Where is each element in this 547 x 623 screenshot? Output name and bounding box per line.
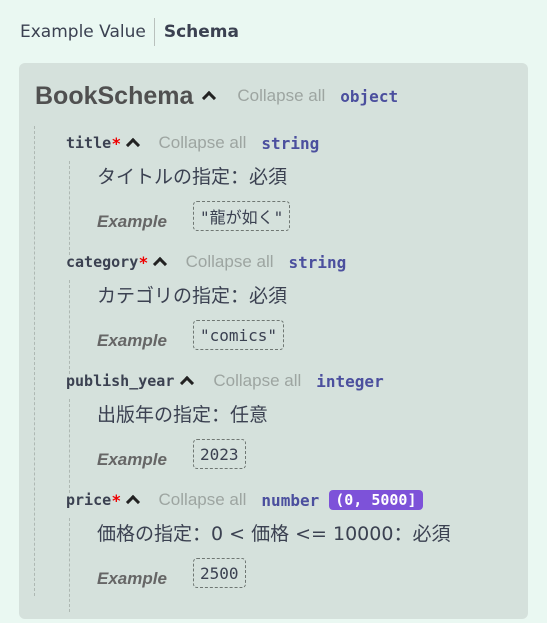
- property-description: 出版年の指定：任意: [97, 404, 269, 426]
- property-type: string: [288, 252, 347, 272]
- property-description: 価格の指定：0 < 価格 <= 10000：必須: [97, 523, 451, 545]
- required-marker: *: [112, 490, 121, 510]
- tab-example-value[interactable]: Example Value: [20, 22, 154, 42]
- model-tabs: Example Value Schema: [20, 18, 239, 46]
- required-marker: *: [139, 252, 148, 272]
- schema-type: object: [340, 86, 399, 106]
- chevron-up-icon[interactable]: [125, 492, 141, 508]
- property-details: タイトルの指定：必須 Example "龍が如く": [69, 161, 500, 255]
- example-label: Example: [97, 331, 167, 350]
- property-name[interactable]: publish_year: [66, 372, 174, 390]
- collapse-all-button[interactable]: Collapse all: [237, 86, 325, 106]
- property-description: カテゴリの指定：必須: [97, 285, 288, 307]
- example-value: "comics": [193, 320, 285, 350]
- example-value: 2023: [193, 439, 246, 469]
- property-details: 価格の指定：0 < 価格 <= 10000：必須 Example 2500: [69, 518, 500, 612]
- property-name[interactable]: price: [66, 491, 111, 509]
- chevron-up-icon[interactable]: [125, 135, 141, 151]
- property-details: カテゴリの指定：必須 Example "comics": [69, 280, 500, 374]
- example-label: Example: [97, 450, 167, 469]
- collapse-all-button[interactable]: Collapse all: [159, 133, 247, 153]
- example-label: Example: [97, 212, 167, 231]
- property-type: number: [261, 490, 320, 510]
- required-marker: *: [112, 133, 121, 153]
- range-badge: (0, 5000]: [329, 490, 423, 510]
- tab-divider: [153, 18, 155, 46]
- collapse-all-button[interactable]: Collapse all: [186, 252, 274, 272]
- property-name[interactable]: category: [66, 253, 138, 271]
- tab-schema[interactable]: Schema: [164, 22, 239, 42]
- chevron-up-icon[interactable]: [179, 373, 195, 389]
- chevron-up-icon[interactable]: [201, 88, 217, 104]
- property-details: 出版年の指定：任意 Example 2023: [69, 399, 500, 493]
- example-value: 2500: [193, 558, 246, 588]
- property-name[interactable]: title: [66, 134, 111, 152]
- schema-properties: title * Collapse all string タイトルの指定：必須 E…: [34, 126, 515, 612]
- property-description: タイトルの指定：必須: [97, 166, 288, 188]
- property-type: integer: [316, 371, 384, 391]
- collapse-all-button[interactable]: Collapse all: [213, 371, 301, 391]
- example-value: "龍が如く": [193, 201, 291, 231]
- example-label: Example: [97, 569, 167, 588]
- schema-name[interactable]: BookSchema: [35, 82, 193, 111]
- chevron-up-icon[interactable]: [152, 254, 168, 270]
- property-type: string: [261, 133, 320, 153]
- collapse-all-button[interactable]: Collapse all: [159, 490, 247, 510]
- schema-title-row: BookSchema Collapse all object: [35, 79, 398, 113]
- schema-panel: BookSchema Collapse all object title * C…: [19, 63, 528, 619]
